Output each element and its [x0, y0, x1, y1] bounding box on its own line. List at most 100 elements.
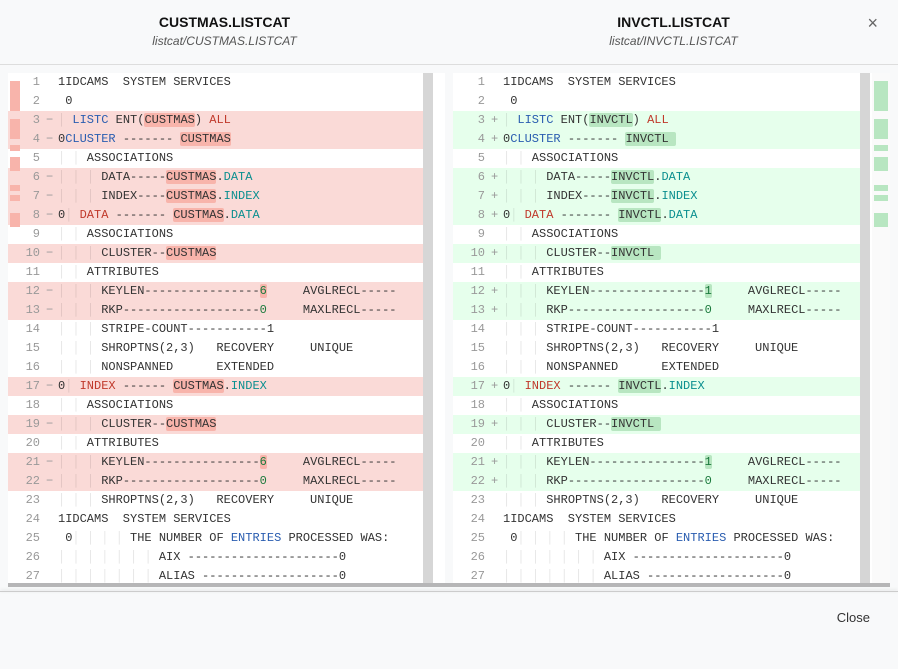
close-icon[interactable]: × — [867, 14, 878, 32]
code-text: 1IDCAMS SYSTEM SERVICES — [503, 73, 860, 92]
diff-marker: − — [46, 187, 58, 206]
close-button[interactable]: Close — [837, 610, 870, 625]
code-line: 11IDCAMS SYSTEM SERVICES — [8, 73, 423, 92]
diff-marker: + — [491, 301, 503, 320]
code-text: │ │ ATTRIBUTES — [503, 263, 860, 282]
code-text: │ │ │ KEYLEN----------------6 AVGLRECL--… — [58, 282, 423, 301]
left-title: CUSTMAS.LISTCAT — [0, 14, 449, 30]
code-line: 11IDCAMS SYSTEM SERVICES — [453, 73, 860, 92]
diff-marker — [491, 529, 503, 548]
code-text: │ │ ATTRIBUTES — [58, 434, 423, 453]
line-number: 5 — [453, 149, 491, 168]
line-number: 13 — [8, 301, 46, 320]
line-number: 9 — [8, 225, 46, 244]
diff-marker: − — [46, 282, 58, 301]
line-number: 21 — [453, 453, 491, 472]
line-number: 2 — [453, 92, 491, 111]
code-line: 10+│ │ │ CLUSTER--INVCTL — [453, 244, 860, 263]
line-number: 20 — [8, 434, 46, 453]
code-text: │ │ │ SHROPTNS(2,3) RECOVERY UNIQUE — [58, 339, 423, 358]
dialog-footer: Close — [0, 592, 898, 643]
code-text: │ │ │ NONSPANNED EXTENDED — [503, 358, 860, 377]
code-line: 18│ │ ASSOCIATIONS — [8, 396, 423, 415]
minimap[interactable] — [872, 73, 890, 583]
code-line: 241IDCAMS SYSTEM SERVICES — [453, 510, 860, 529]
code-line: 8−0│ DATA ------- CUSTMAS.DATA — [8, 206, 423, 225]
line-number: 10 — [8, 244, 46, 263]
code-line: 16│ │ │ NONSPANNED EXTENDED — [453, 358, 860, 377]
header-right: INVCTL.LISTCAT listcat/INVCTL.LISTCAT — [449, 14, 898, 48]
horizontal-scrollbar[interactable] — [8, 583, 890, 587]
diff-marker: − — [46, 206, 58, 225]
diff-marker: + — [491, 415, 503, 434]
code-text: 0 — [503, 92, 860, 111]
code-text: │ │ │ RKP-------------------0 MAXLRECL--… — [58, 472, 423, 491]
code-line: 23│ │ │ SHROPTNS(2,3) RECOVERY UNIQUE — [453, 491, 860, 510]
code-text: 1IDCAMS SYSTEM SERVICES — [58, 510, 423, 529]
diff-marker — [46, 358, 58, 377]
diff-marker: + — [491, 453, 503, 472]
line-number: 25 — [8, 529, 46, 548]
line-number: 11 — [8, 263, 46, 282]
left-pane[interactable]: 11IDCAMS SYSTEM SERVICES2 03−│ LISTC ENT… — [8, 73, 445, 583]
line-number: 14 — [8, 320, 46, 339]
code-text: 0│ DATA ------- INVCTL.DATA — [503, 206, 860, 225]
code-line: 2 0 — [453, 92, 860, 111]
line-number: 25 — [453, 529, 491, 548]
right-path: listcat/INVCTL.LISTCAT — [449, 34, 898, 48]
diff-marker — [491, 548, 503, 567]
diff-marker — [46, 149, 58, 168]
code-text: 0│ INDEX ------ CUSTMAS.INDEX — [58, 377, 423, 396]
code-line: 7+│ │ │ INDEX----INVCTL.INDEX — [453, 187, 860, 206]
code-text: │ │ │ │ │ │ │ ALIAS -------------------0 — [58, 567, 423, 583]
code-line: 12−│ │ │ KEYLEN----------------6 AVGLREC… — [8, 282, 423, 301]
diff-marker — [491, 92, 503, 111]
line-number: 18 — [453, 396, 491, 415]
scrollbar-right[interactable] — [860, 73, 870, 583]
code-text: │ │ │ │ │ │ │ ALIAS -------------------0 — [503, 567, 860, 583]
diff-marker: + — [491, 187, 503, 206]
code-text: │ │ │ NONSPANNED EXTENDED — [58, 358, 423, 377]
diff-marker: − — [46, 111, 58, 130]
diff-marker: + — [491, 130, 503, 149]
code-line: 241IDCAMS SYSTEM SERVICES — [8, 510, 423, 529]
diff-marker: − — [46, 472, 58, 491]
code-text: │ │ │ RKP-------------------0 MAXLRECL--… — [58, 301, 423, 320]
code-line: 27│ │ │ │ │ │ │ ALIAS ------------------… — [8, 567, 423, 583]
line-number: 18 — [8, 396, 46, 415]
scrollbar-left[interactable] — [423, 73, 433, 583]
code-text: │ │ │ STRIPE-COUNT-----------1 — [503, 320, 860, 339]
code-text: 0│ │ │ │ THE NUMBER OF ENTRIES PROCESSED… — [503, 529, 860, 548]
code-line: 19−│ │ │ CLUSTER--CUSTMAS — [8, 415, 423, 434]
code-text: │ │ │ CLUSTER--CUSTMAS — [58, 415, 423, 434]
diff-marker: + — [491, 282, 503, 301]
line-number: 11 — [453, 263, 491, 282]
diff-marker — [46, 92, 58, 111]
code-line: 14 │ │ │ STRIPE-COUNT-----------1 — [453, 320, 860, 339]
code-text: │ LISTC ENT(INVCTL) ALL — [503, 111, 860, 130]
code-line: 4−0CLUSTER ------- CUSTMAS — [8, 130, 423, 149]
diff-marker — [491, 434, 503, 453]
diff-marker — [46, 434, 58, 453]
code-line: 13+│ │ │ RKP-------------------0 MAXLREC… — [453, 301, 860, 320]
diff-marker — [491, 149, 503, 168]
code-line: 21−│ │ │ KEYLEN----------------6 AVGLREC… — [8, 453, 423, 472]
right-pane[interactable]: 11IDCAMS SYSTEM SERVICES2 03+│ LISTC ENT… — [453, 73, 890, 583]
line-number: 7 — [453, 187, 491, 206]
diff-marker — [46, 396, 58, 415]
code-text: │ │ ASSOCIATIONS — [503, 149, 860, 168]
line-number: 15 — [8, 339, 46, 358]
line-number: 17 — [8, 377, 46, 396]
diff-marker: − — [46, 301, 58, 320]
line-number: 27 — [453, 567, 491, 583]
line-number: 12 — [8, 282, 46, 301]
code-text: │ │ │ KEYLEN----------------1 AVGLRECL--… — [503, 453, 860, 472]
code-line: 15│ │ │ SHROPTNS(2,3) RECOVERY UNIQUE — [453, 339, 860, 358]
code-text: │ │ │ SHROPTNS(2,3) RECOVERY UNIQUE — [503, 339, 860, 358]
diff-marker: − — [46, 453, 58, 472]
code-line: 9│ │ ASSOCIATIONS — [453, 225, 860, 244]
line-number: 14 — [453, 320, 491, 339]
header-left: CUSTMAS.LISTCAT listcat/CUSTMAS.LISTCAT — [0, 14, 449, 48]
diff-marker — [491, 510, 503, 529]
line-number: 13 — [453, 301, 491, 320]
